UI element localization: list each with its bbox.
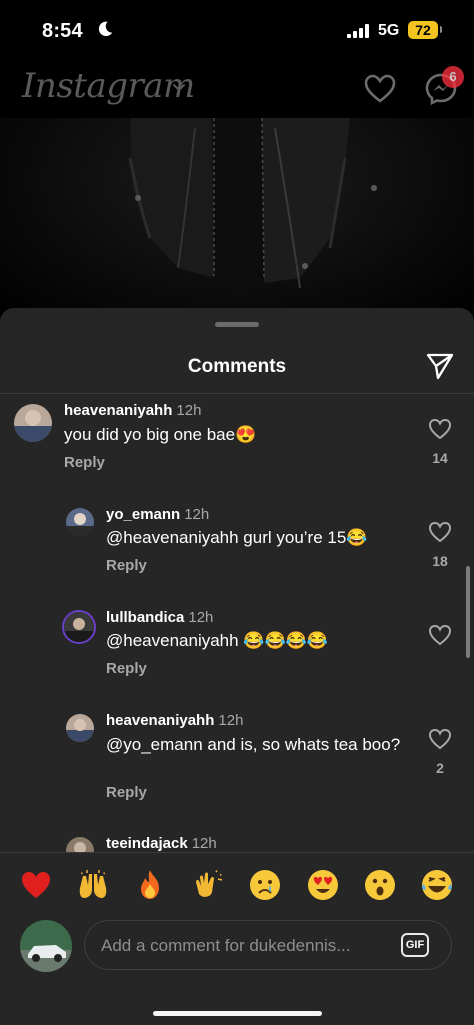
- reply-button[interactable]: Reply: [106, 557, 147, 574]
- jacket-graphic: [128, 118, 377, 289]
- comment-time: 12h: [184, 506, 210, 523]
- divider: [0, 852, 474, 853]
- like-count: 2: [436, 760, 444, 776]
- sheet-title: Comments: [187, 356, 287, 377]
- comment-input-container[interactable]: GIF: [84, 920, 452, 971]
- comment-username[interactable]: heavenaniyahh 12h: [106, 712, 243, 729]
- avatar[interactable]: [14, 404, 52, 442]
- username-text[interactable]: yo_emann: [106, 506, 180, 523]
- gif-button[interactable]: GIF: [401, 933, 429, 957]
- comment-username[interactable]: yo_emann 12h: [106, 506, 209, 523]
- crying-face-emoji-button[interactable]: [248, 868, 282, 902]
- red-heart-emoji-button[interactable]: [19, 868, 53, 902]
- comment-text: @heavenaniyahh 😂😂😂😂: [106, 631, 328, 650]
- heart-outline-icon[interactable]: [428, 418, 452, 440]
- raising-hands-emoji-button[interactable]: [76, 868, 110, 902]
- comment-time: 12h: [176, 402, 202, 419]
- username-text[interactable]: heavenaniyahh: [64, 402, 172, 419]
- status-bar: 8:54 5G 72: [0, 0, 474, 60]
- instagram-logo[interactable]: Instagram: [22, 66, 195, 106]
- notification-badge: 6: [442, 66, 464, 88]
- drag-handle[interactable]: [215, 322, 259, 327]
- like-count: 18: [432, 553, 448, 569]
- comment-username[interactable]: lullbandica 12h: [106, 609, 213, 626]
- comment-text: @yo_emann and is, so whats tea boo?: [106, 735, 401, 754]
- comment-input[interactable]: [99, 921, 393, 971]
- comment-username[interactable]: teeindajack 12h: [106, 835, 217, 852]
- avatar[interactable]: [66, 714, 94, 742]
- app-header: Instagram 6: [0, 60, 474, 118]
- heart-icon[interactable]: [364, 74, 396, 104]
- comment-username[interactable]: heavenaniyahh 12h: [64, 402, 201, 419]
- laughing-tears-emoji-button[interactable]: [420, 868, 454, 902]
- battery-tip: [440, 26, 442, 33]
- home-indicator: [153, 1011, 322, 1016]
- heart-eyes-emoji-button[interactable]: [306, 868, 340, 902]
- chevron-down-icon[interactable]: [172, 80, 186, 94]
- username-text[interactable]: lullbandica: [106, 609, 184, 626]
- scrollbar[interactable]: [466, 566, 470, 658]
- like-count: 14: [432, 450, 448, 466]
- signal-icon: [347, 24, 369, 38]
- username-text[interactable]: heavenaniyahh: [106, 712, 214, 729]
- moon-icon: [98, 21, 113, 37]
- reply-button[interactable]: Reply: [106, 660, 147, 677]
- comment-time: 12h: [218, 712, 244, 729]
- network-label: 5G: [378, 22, 400, 39]
- avatar[interactable]: [66, 508, 94, 536]
- username-text[interactable]: teeindajack: [106, 835, 188, 852]
- divider: [0, 393, 474, 394]
- post-image: [0, 118, 474, 318]
- comment-time: 12h: [191, 835, 217, 852]
- comment-text: @heavenaniyahh gurl you’re 15😂: [106, 528, 368, 547]
- surprised-face-emoji-button[interactable]: [363, 868, 397, 902]
- clapping-hands-emoji-button[interactable]: [191, 868, 225, 902]
- comment-time: 12h: [188, 609, 214, 626]
- status-time: 8:54: [42, 20, 83, 42]
- avatar[interactable]: [62, 610, 96, 644]
- battery-indicator: 72: [408, 21, 438, 39]
- reply-button[interactable]: Reply: [64, 454, 105, 471]
- current-user-avatar[interactable]: [20, 920, 72, 972]
- send-icon[interactable]: [425, 352, 455, 380]
- reply-button[interactable]: Reply: [106, 784, 147, 801]
- comment-text: you did yo big one bae😍: [64, 425, 257, 444]
- heart-outline-icon[interactable]: [428, 728, 452, 750]
- fire-emoji-button[interactable]: [133, 868, 167, 902]
- comment-composer-area: GIF: [0, 852, 474, 1025]
- heart-outline-icon[interactable]: [428, 521, 452, 543]
- heart-outline-icon[interactable]: [428, 624, 452, 646]
